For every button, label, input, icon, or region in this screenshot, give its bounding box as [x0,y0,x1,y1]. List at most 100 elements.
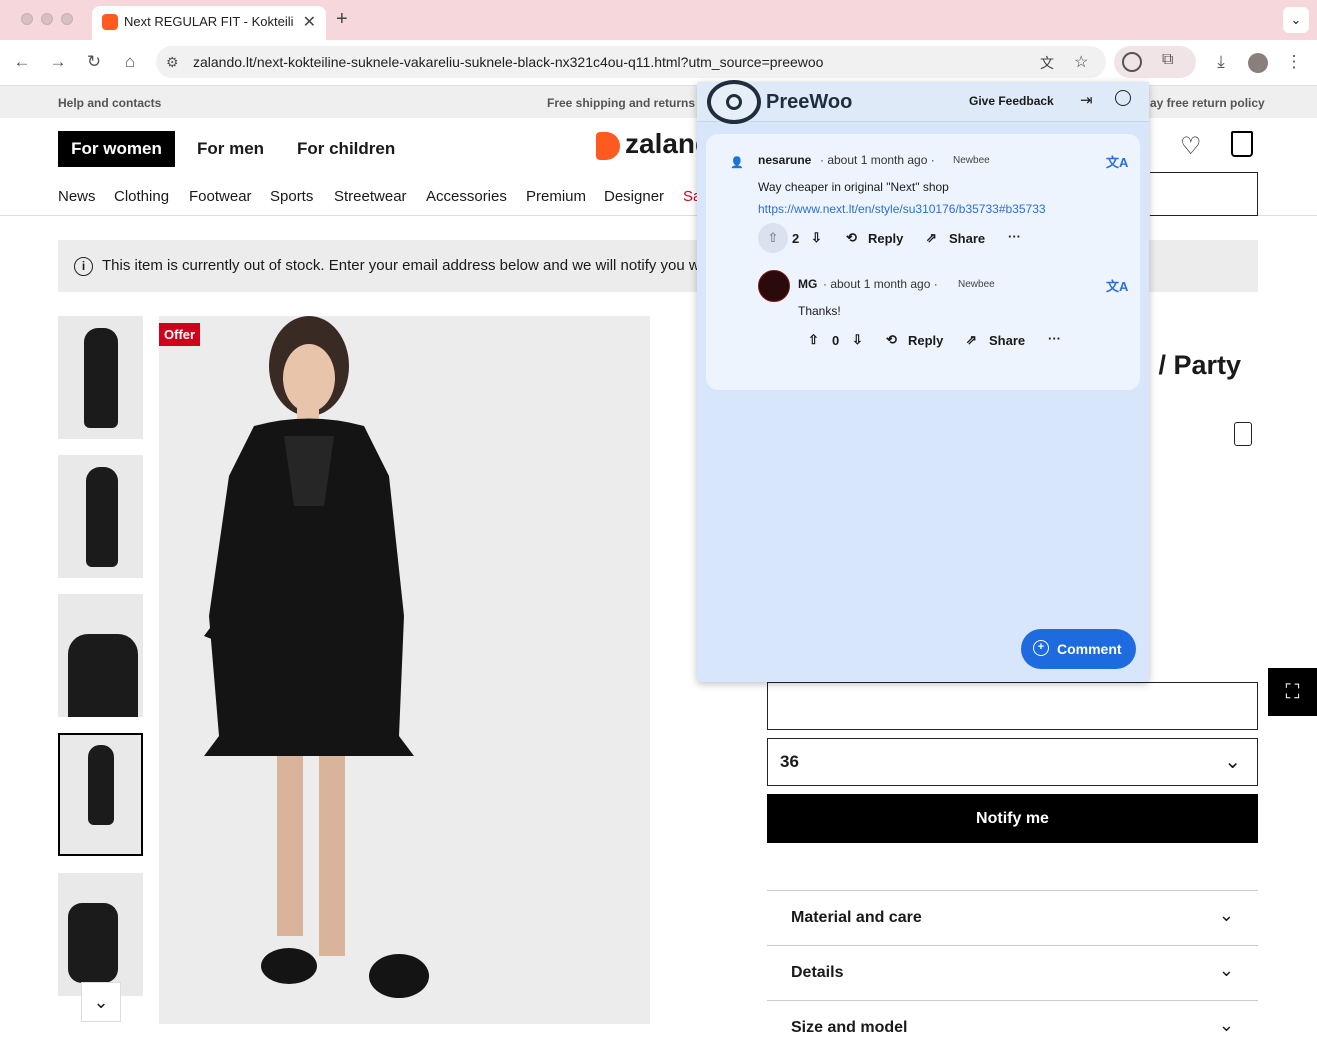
translate-icon[interactable]: 文A [1106,276,1128,295]
product-thumbnail-2[interactable] [58,455,143,578]
product-thumbnail-1[interactable] [58,316,143,439]
product-main-image[interactable] [159,316,650,1024]
comment-button[interactable]: + Comment [1021,629,1136,669]
size-select-value: 36 [780,752,799,771]
profile-avatar[interactable] [1248,53,1268,73]
search-input[interactable] [1150,172,1258,216]
upvote-arrow-icon[interactable]: ⇧ [808,332,819,348]
vote-count: 0 [832,333,840,348]
more-options-icon[interactable]: ··· [1008,229,1021,244]
nav-for-men[interactable]: For men [197,131,264,167]
product-title-partial: ; / Party [1142,350,1241,381]
browser-tab-active[interactable]: Next REGULAR FIT - Kokteiline suknele ✕ [92,6,326,40]
site-settings-icon[interactable]: ⚙ [166,54,179,71]
help-link[interactable]: Help and contacts [58,96,161,110]
tab-title: Next REGULAR FIT - Kokteiline suknele [124,14,294,29]
nav-for-women[interactable]: For women [58,131,175,167]
window-zoom-dot[interactable] [61,13,73,25]
shipping-info: Free shipping and returns f [547,96,703,110]
zalando-logo-text[interactable]: zalando [625,128,697,160]
share-button[interactable]: Share [949,231,985,246]
accordion-label: Size and model [791,1019,908,1036]
reply-icon[interactable]: ⟲ [886,332,897,348]
nav-for-children[interactable]: For children [297,131,395,167]
comment-link[interactable]: https://www.next.lt/en/style/su310176/b3… [758,202,1046,216]
price-tag-info-icon[interactable] [1234,422,1252,446]
zalando-logo-icon[interactable] [596,132,620,160]
category-streetwear[interactable]: Streetwear [334,188,407,205]
vote-count: 2 [792,231,800,246]
window-minimize-dot[interactable] [41,13,53,25]
user-badge: Newbee [958,279,995,290]
account-icon[interactable] [1115,90,1131,106]
size-chevron-down-icon: ⌄ [1224,751,1241,773]
reply-icon[interactable]: ⟲ [846,230,857,246]
comment-text: Way cheaper in original "Next" shop [758,180,949,194]
preewoo-panel: PreeWoo Give Feedback ⇥ 👤 nesarune · abo… [697,80,1149,682]
puzzle-extensions-icon[interactable]: ⧉ [1162,51,1173,69]
new-tab-button[interactable]: + [336,8,348,31]
back-arrow-icon[interactable]: ← [11,52,33,72]
window-close-dot[interactable] [21,13,33,25]
translate-icon[interactable]: 文A [1106,152,1128,171]
share-button[interactable]: Share [989,333,1025,348]
give-feedback-link[interactable]: Give Feedback [969,94,1054,108]
email-field[interactable] [767,682,1258,730]
category-premium[interactable]: Premium [526,188,586,205]
forward-arrow-icon[interactable]: → [47,52,69,72]
browser-tab-strip: Next REGULAR FIT - Kokteiline suknele ✕ … [0,0,1317,40]
thumbnails-scroll-down-icon[interactable]: ⌄ [81,982,121,1022]
reply-button[interactable]: Reply [868,231,903,246]
download-icon[interactable]: ⤓ [1210,52,1232,72]
chevron-down-icon: ⌄ [1218,1015,1234,1035]
preewoo-eye-logo-icon [707,80,761,124]
wishlist-heart-icon[interactable]: ♡ [1180,132,1202,161]
upvote-arrow-icon[interactable]: ⇧ [758,223,788,253]
comment-text: Thanks! [798,304,841,318]
comment-author[interactable]: nesarune [758,153,811,167]
bookmark-star-icon[interactable]: ☆ [1074,52,1088,72]
category-designer[interactable]: Designer [604,188,664,205]
product-thumbnail-4-selected[interactable] [58,733,143,856]
accordion-label: Material and care [791,909,922,926]
preewoo-extension-icon[interactable] [1122,52,1142,72]
more-options-icon[interactable]: ··· [1048,331,1061,346]
comment-button-label: Comment [1057,641,1122,657]
accordion-details[interactable]: Details ⌄ [767,945,1258,1000]
category-news[interactable]: News [58,188,96,205]
url-text: zalando.lt/next-kokteiline-suknele-vakar… [193,54,824,70]
reply-button[interactable]: Reply [908,333,943,348]
accordion-material-and-care[interactable]: Material and care ⌄ [767,890,1258,945]
product-thumbnail-3[interactable] [58,594,143,717]
category-clothing[interactable]: Clothing [114,188,169,205]
add-comment-icon: + [1033,640,1049,656]
share-icon[interactable]: ⇗ [966,332,977,348]
browser-menu-icon[interactable]: ⋮ [1283,52,1305,72]
product-thumbnail-5[interactable] [58,873,143,996]
tab-search-chevron-icon[interactable]: ⌄ [1283,7,1309,33]
avatar[interactable] [758,270,790,302]
address-bar[interactable]: ⚙ zalando.lt/next-kokteiline-suknele-vak… [156,46,1106,78]
comment-author[interactable]: MG [798,277,817,291]
comment-time: · about 1 month ago · [820,153,935,167]
downvote-arrow-icon[interactable]: ⇩ [852,332,863,348]
reload-icon[interactable]: ↻ [83,52,105,72]
category-footwear[interactable]: Footwear [189,188,252,205]
notice-text: This item is currently out of stock. Ent… [102,257,698,274]
home-icon[interactable]: ⌂ [119,52,141,72]
shopping-bag-icon[interactable] [1231,131,1253,157]
notify-me-button[interactable]: Notify me [767,794,1258,843]
downvote-arrow-icon[interactable]: ⇩ [811,230,822,246]
logout-icon[interactable]: ⇥ [1080,91,1093,109]
browser-toolbar: ← → ↻ ⌂ ⚙ zalando.lt/next-kokteiline-suk… [0,40,1317,86]
chevron-down-icon: ⌄ [1218,960,1234,980]
crop-tool-icon[interactable]: ⛶ [1268,668,1317,716]
translate-page-icon[interactable]: 文 [1040,53,1054,73]
returns-info: ay free return policy [1150,96,1265,110]
size-select[interactable]: 36 ⌄ [767,738,1258,786]
share-icon[interactable]: ⇗ [926,230,937,246]
category-sports[interactable]: Sports [270,188,313,205]
accordion-size-and-model[interactable]: Size and model ⌄ [767,1000,1258,1055]
category-accessories[interactable]: Accessories [426,188,507,205]
tab-close-icon[interactable]: ✕ [303,12,316,32]
